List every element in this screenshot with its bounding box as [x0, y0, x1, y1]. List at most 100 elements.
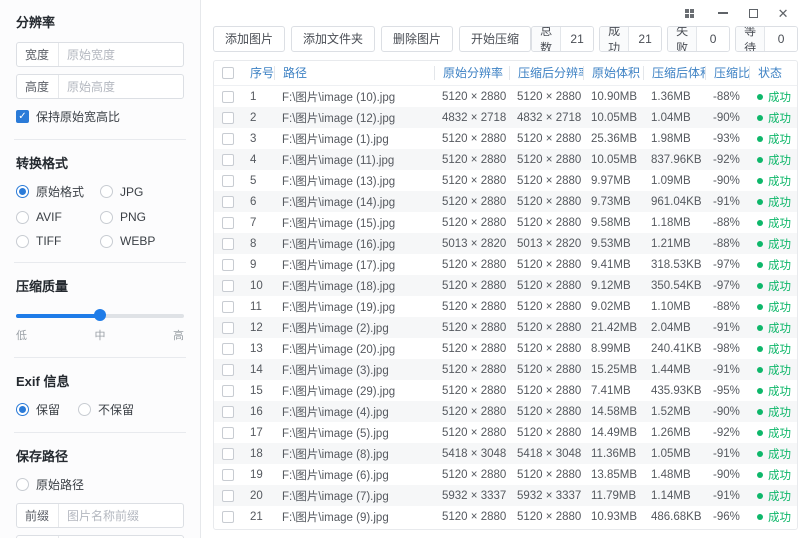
row-checkbox[interactable]: [214, 427, 242, 439]
format-option-webp[interactable]: WEBP: [100, 234, 184, 248]
start-compress-button[interactable]: 开始压缩: [459, 26, 531, 52]
row-checkbox[interactable]: [214, 322, 242, 334]
status-text: 成功: [768, 278, 791, 294]
add-images-button[interactable]: 添加图片: [213, 26, 285, 52]
sidebar-divider: [14, 357, 186, 358]
row-checkbox[interactable]: [214, 511, 242, 523]
save-original-path-option[interactable]: 原始路径: [16, 476, 184, 493]
width-input[interactable]: [59, 48, 183, 62]
success-dot-icon: [757, 514, 763, 520]
height-input-group: 高度: [16, 74, 184, 99]
quality-section-title: 压缩质量: [16, 276, 184, 295]
row-ratio: -91%: [705, 364, 749, 376]
success-dot-icon: [757, 241, 763, 247]
titlebar: ✕: [213, 0, 798, 22]
success-dot-icon: [757, 493, 763, 499]
row-checkbox[interactable]: [214, 385, 242, 397]
row-compressed-resolution: 5120 × 2880: [509, 91, 583, 103]
height-input[interactable]: [59, 80, 183, 94]
row-compressed-resolution: 5120 × 2880: [509, 511, 583, 523]
exif-discard-option[interactable]: 不保留: [78, 401, 134, 418]
row-status: 成功: [749, 509, 797, 525]
row-original-size: 11.36MB: [583, 448, 643, 460]
row-checkbox[interactable]: [214, 196, 242, 208]
format-option-tiff[interactable]: TIFF: [16, 234, 100, 248]
row-checkbox[interactable]: [214, 91, 242, 103]
table-header: 序号 路径 原始分辨率 压缩后分辨率 原始体积 压缩后体积 压缩比率 状态: [214, 61, 797, 86]
row-checkbox[interactable]: [214, 448, 242, 460]
row-path: F:\图片\image (18).jpg: [274, 278, 434, 294]
select-all-checkbox[interactable]: [214, 67, 242, 79]
checkbox-icon: [222, 301, 234, 313]
row-original-resolution: 5120 × 2880: [434, 91, 509, 103]
row-checkbox[interactable]: [214, 133, 242, 145]
minimize-button[interactable]: [708, 4, 738, 22]
table-row: 20F:\图片\image (7).jpg5932 × 33375932 × 3…: [214, 485, 797, 506]
row-ratio: -98%: [705, 343, 749, 355]
slider-thumb[interactable]: [94, 309, 106, 321]
success-dot-icon: [757, 199, 763, 205]
row-checkbox[interactable]: [214, 217, 242, 229]
row-checkbox[interactable]: [214, 238, 242, 250]
close-button[interactable]: ✕: [768, 4, 798, 22]
row-compressed-resolution: 5120 × 2880: [509, 175, 583, 187]
row-compressed-size: 318.53KB: [643, 259, 705, 271]
stat-success-value: 21: [629, 27, 661, 51]
row-checkbox[interactable]: [214, 364, 242, 376]
prefix-input-group: 前缀: [16, 503, 184, 528]
exif-radio-group: 保留 不保留: [16, 401, 184, 418]
header-index: 序号: [242, 66, 274, 80]
header-status: 状态: [749, 66, 797, 80]
row-original-size: 9.12MB: [583, 280, 643, 292]
row-checkbox[interactable]: [214, 259, 242, 271]
success-dot-icon: [757, 325, 763, 331]
row-path: F:\图片\image (6).jpg: [274, 467, 434, 483]
row-checkbox[interactable]: [214, 490, 242, 502]
row-checkbox[interactable]: [214, 406, 242, 418]
exif-keep-option[interactable]: 保留: [16, 401, 60, 418]
row-checkbox[interactable]: [214, 154, 242, 166]
grid-menu-icon[interactable]: [685, 9, 694, 18]
stats-group: 总数 21 成功 21 失败 0 等待 0: [531, 26, 798, 52]
row-original-size: 9.41MB: [583, 259, 643, 271]
row-path: F:\图片\image (11).jpg: [274, 152, 434, 168]
add-folder-button[interactable]: 添加文件夹: [291, 26, 375, 52]
checkbox-icon: [222, 112, 234, 124]
stat-waiting: 等待 0: [735, 26, 798, 52]
row-compressed-resolution: 5120 × 2880: [509, 427, 583, 439]
row-checkbox[interactable]: [214, 112, 242, 124]
width-label: 宽度: [17, 43, 59, 66]
table-row: 17F:\图片\image (5).jpg5120 × 28805120 × 2…: [214, 422, 797, 443]
row-compressed-size: 240.41KB: [643, 343, 705, 355]
prefix-input[interactable]: [59, 509, 183, 523]
row-compressed-size: 1.26MB: [643, 427, 705, 439]
row-checkbox[interactable]: [214, 301, 242, 313]
checkbox-icon: [222, 238, 234, 250]
row-checkbox[interactable]: [214, 343, 242, 355]
format-option-original[interactable]: 原始格式: [16, 183, 100, 200]
row-compressed-size: 350.54KB: [643, 280, 705, 292]
row-checkbox[interactable]: [214, 469, 242, 481]
maximize-button[interactable]: [738, 4, 768, 22]
row-original-resolution: 5120 × 2880: [434, 343, 509, 355]
row-path: F:\图片\image (15).jpg: [274, 215, 434, 231]
header-original-size: 原始体积: [583, 66, 643, 80]
format-option-avif[interactable]: AVIF: [16, 210, 100, 224]
row-ratio: -88%: [705, 217, 749, 229]
row-checkbox[interactable]: [214, 280, 242, 292]
row-checkbox[interactable]: [214, 175, 242, 187]
status-text: 成功: [768, 467, 791, 483]
delete-images-button[interactable]: 删除图片: [381, 26, 453, 52]
row-original-resolution: 5013 × 2820: [434, 238, 509, 250]
keep-aspect-ratio-checkbox[interactable]: 保持原始宽高比: [16, 108, 184, 125]
row-path: F:\图片\image (19).jpg: [274, 299, 434, 315]
format-option-jpg[interactable]: JPG: [100, 183, 184, 200]
success-dot-icon: [757, 94, 763, 100]
format-option-png[interactable]: PNG: [100, 210, 184, 224]
checkbox-icon: [222, 259, 234, 271]
row-compressed-size: 2.04MB: [643, 322, 705, 334]
row-compressed-resolution: 5120 × 2880: [509, 259, 583, 271]
row-index: 9: [242, 259, 274, 271]
row-original-resolution: 5120 × 2880: [434, 469, 509, 481]
quality-slider[interactable]: [16, 309, 184, 321]
